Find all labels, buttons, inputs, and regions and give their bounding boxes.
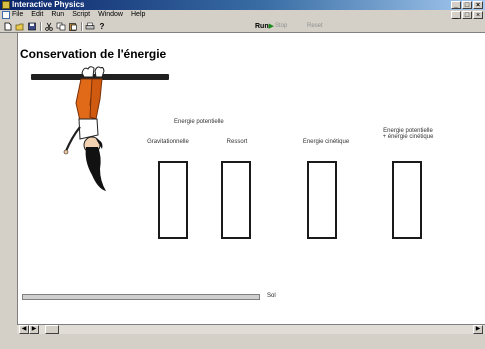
scroll-left-icon[interactable]: ◀ (19, 325, 29, 334)
doc-minimize-button[interactable]: _ (451, 11, 461, 19)
doc-close-button[interactable]: × (473, 11, 483, 19)
scroll-right-icon[interactable]: ▶ (29, 325, 39, 334)
app-window: Interactive Physics _ □ × File Edit Run … (0, 0, 485, 349)
stop-button[interactable]: Stop (275, 22, 287, 31)
play-icon: ▶ (268, 23, 274, 30)
horizontal-scrollbar[interactable]: ◀ ▶ ▶ (17, 324, 485, 334)
doc-restore-button[interactable]: □ (462, 11, 472, 19)
kinetic-label: Energie cinétique (302, 139, 350, 145)
scroll-thumb[interactable] (45, 325, 59, 334)
spring-energy-meter (221, 161, 251, 239)
open-folder-icon[interactable] (15, 22, 25, 31)
spring-label: Ressort (226, 139, 248, 145)
copy-icon[interactable] (56, 22, 66, 31)
menu-bar: File Edit Run Script Window Help _ □ × (0, 10, 485, 20)
maximize-button[interactable]: □ (462, 1, 472, 9)
total-energy-label: Energie potentielle + énergie cinétique (382, 128, 434, 140)
menu-file[interactable]: File (12, 10, 23, 20)
window-bottom-frame (0, 334, 485, 349)
scroll-end-icon[interactable]: ▶ (473, 325, 483, 334)
menu-edit[interactable]: Edit (31, 10, 43, 20)
app-icon (2, 1, 10, 9)
window-title: Interactive Physics (12, 0, 85, 9)
close-button[interactable]: × (473, 1, 483, 9)
document-icon[interactable] (2, 11, 10, 19)
save-icon[interactable] (27, 22, 37, 31)
total-energy-meter (392, 161, 422, 239)
toolbar: ? Run▶ Stop Reset (0, 20, 485, 33)
print-icon[interactable] (85, 22, 95, 31)
new-file-icon[interactable] (3, 22, 13, 31)
ground-floor[interactable] (22, 294, 260, 300)
potential-energy-header: Energie potentielle (174, 119, 224, 125)
ground-label: Sol (267, 293, 276, 299)
left-margin (0, 33, 17, 324)
cut-icon[interactable] (44, 22, 54, 31)
simulation-canvas[interactable]: Conservation de l'énergie Energie potent… (17, 33, 485, 324)
menu-window[interactable]: Window (98, 10, 123, 20)
minimize-button[interactable]: _ (451, 1, 461, 9)
menu-run[interactable]: Run (51, 10, 64, 20)
kinetic-energy-meter (307, 161, 337, 239)
menu-help[interactable]: Help (131, 10, 145, 20)
help-icon[interactable]: ? (97, 22, 107, 31)
reset-button[interactable]: Reset (307, 22, 323, 31)
menu-script[interactable]: Script (72, 10, 90, 20)
run-button[interactable]: Run▶ (255, 22, 274, 31)
gravitational-energy-meter (158, 161, 188, 239)
title-bar[interactable]: Interactive Physics _ □ × (0, 0, 485, 10)
paste-icon[interactable] (68, 22, 78, 31)
gravitational-label: Gravitationnelle (147, 139, 189, 145)
hanging-figure[interactable] (18, 33, 158, 203)
